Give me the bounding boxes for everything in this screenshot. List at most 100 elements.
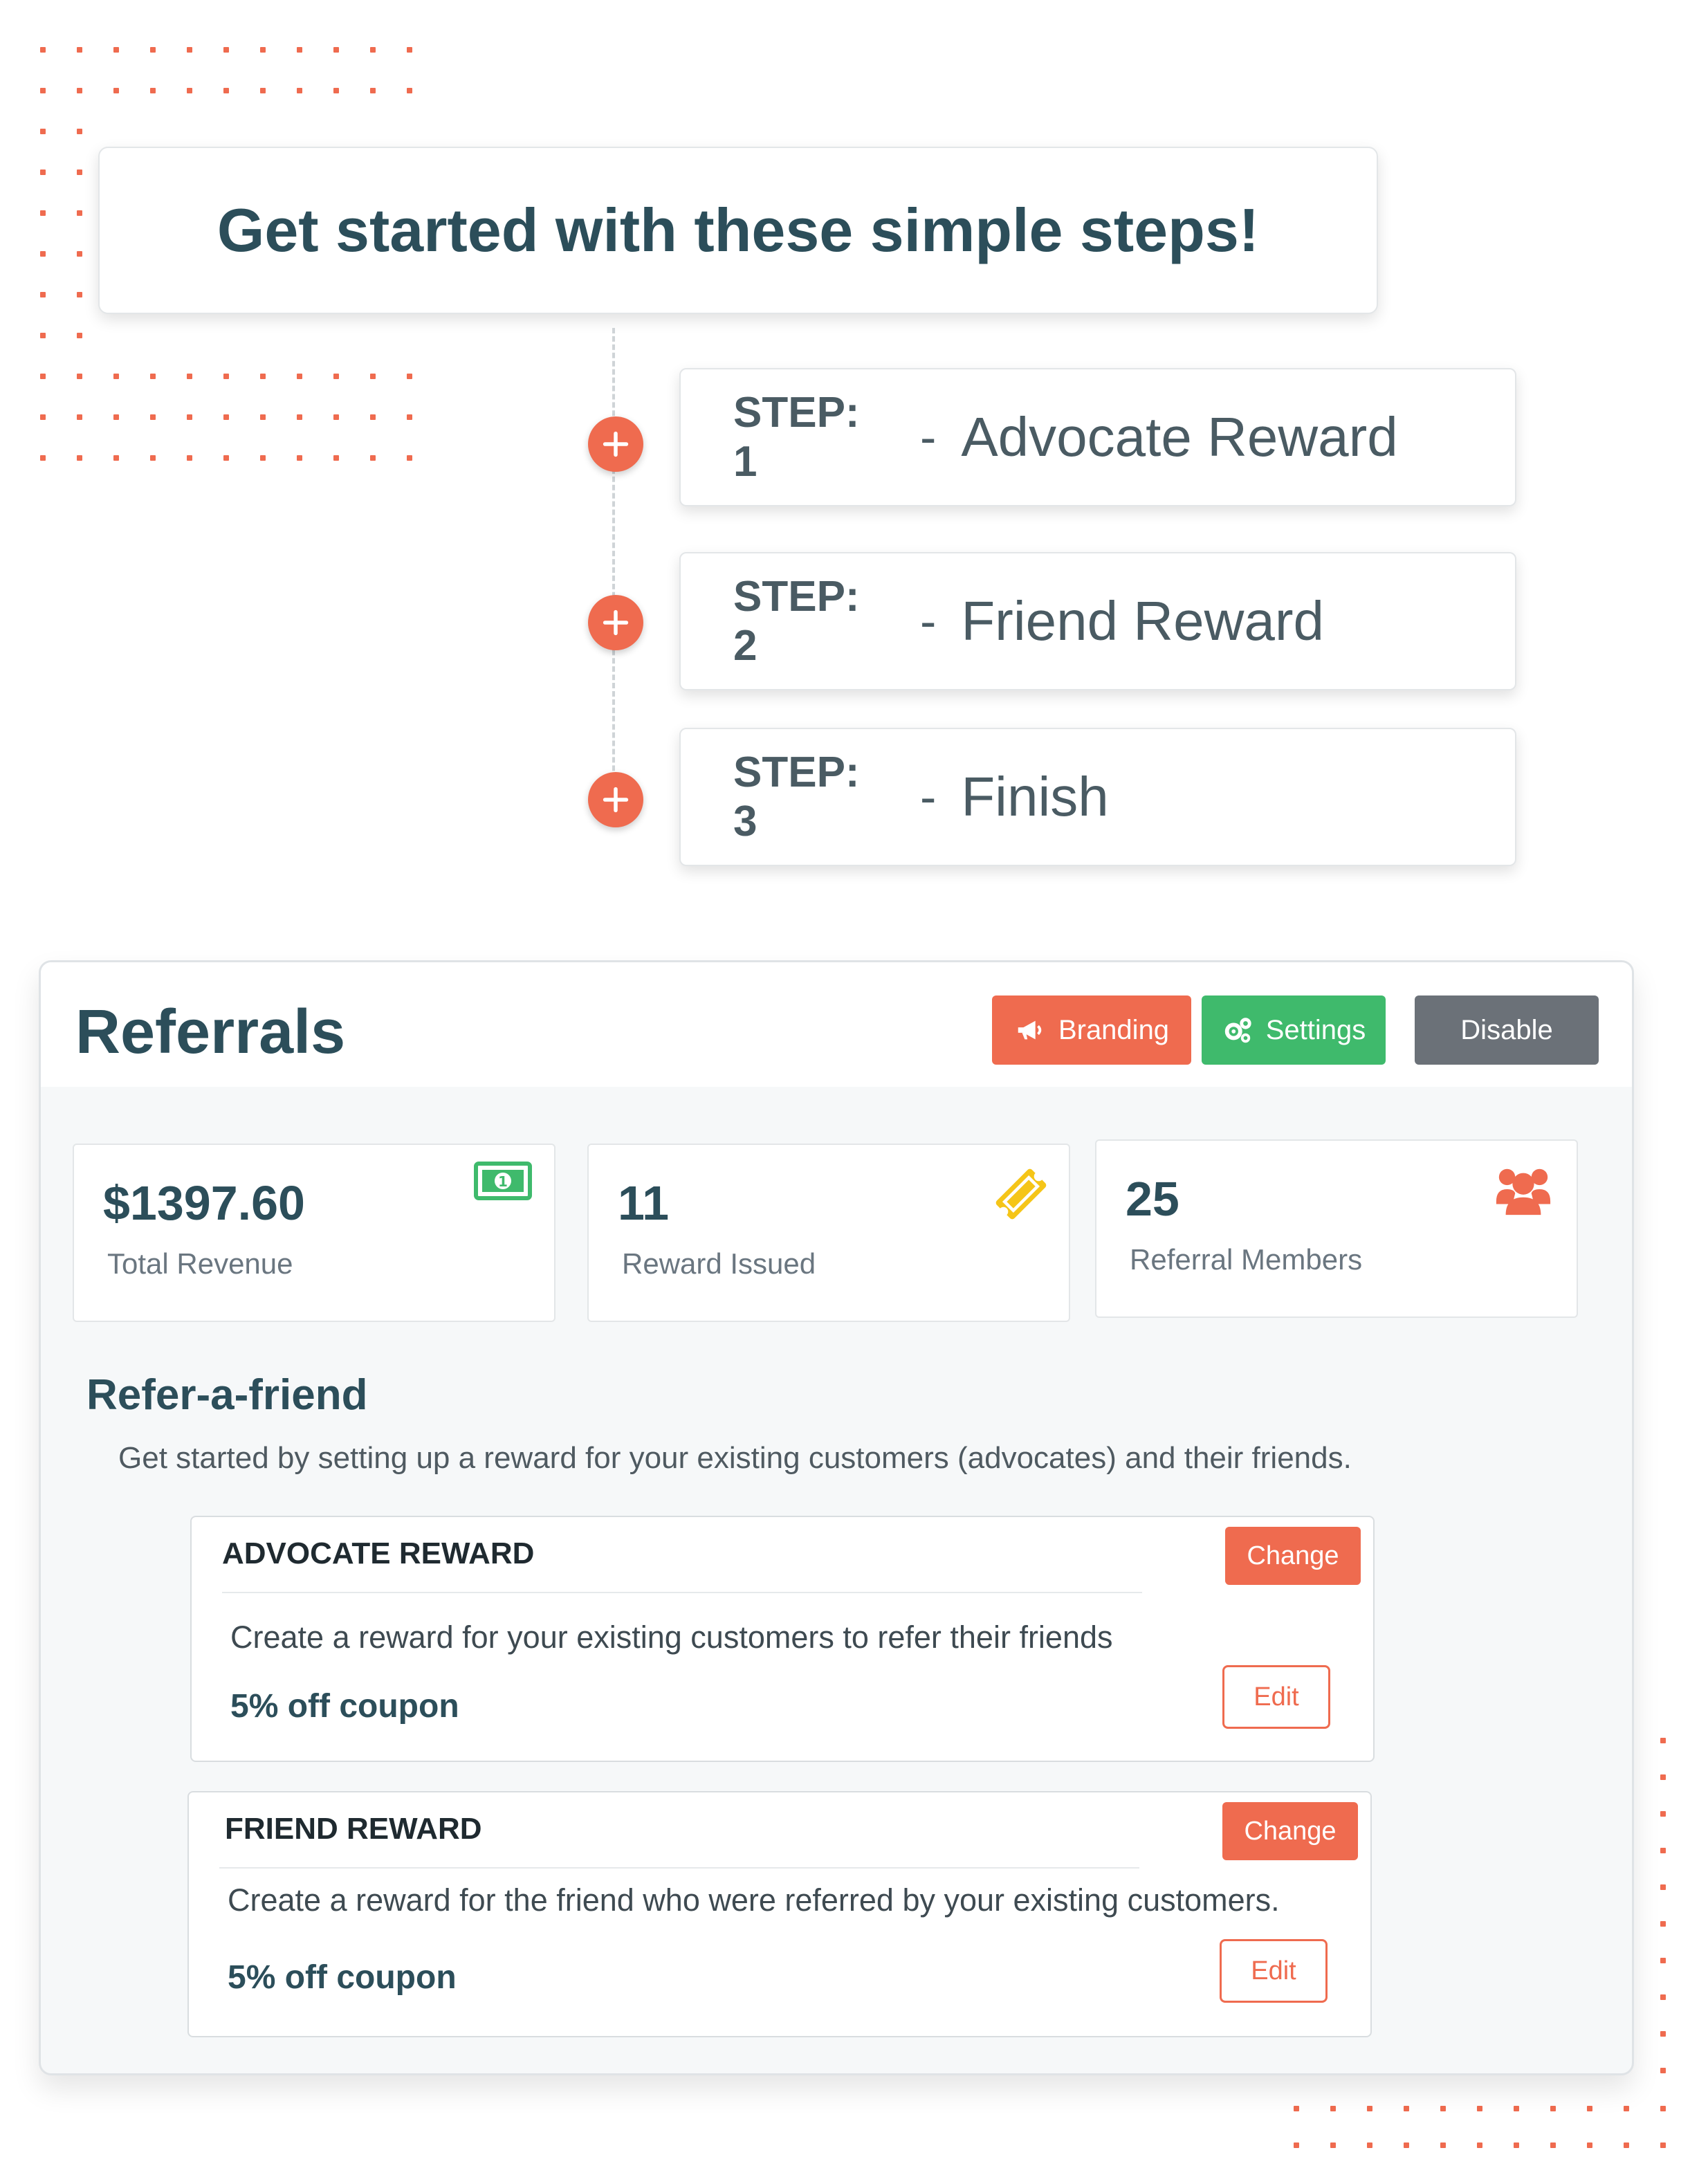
decorative-dot	[187, 455, 192, 461]
friend-reward-card: FRIEND REWARD Change Create a reward for…	[187, 1791, 1372, 2037]
page-title: Referrals	[75, 998, 346, 1067]
decorative-dot	[333, 455, 339, 461]
decorative-dot	[40, 374, 46, 379]
step-name: Finish	[961, 766, 1109, 827]
branding-button[interactable]: Branding	[992, 995, 1191, 1065]
decorative-dot	[260, 47, 266, 53]
decorative-dot	[1330, 2106, 1336, 2111]
settings-button[interactable]: Settings	[1202, 995, 1386, 1065]
reward-value: 5% off coupon	[228, 1959, 457, 1996]
refer-a-friend-title: Refer-a-friend	[86, 1371, 368, 1419]
divider	[219, 1867, 1139, 1869]
decorative-dot	[77, 169, 82, 175]
decorative-dot	[370, 374, 376, 379]
reward-heading: ADVOCATE REWARD	[222, 1536, 535, 1570]
decorative-dot	[77, 47, 82, 53]
decorative-dot	[1294, 2106, 1299, 2111]
edit-advocate-reward-button[interactable]: Edit	[1222, 1665, 1330, 1729]
ticket-icon	[995, 1168, 1047, 1220]
decorative-dot	[1660, 2068, 1666, 2073]
decorative-dot	[40, 251, 46, 257]
step-name: Friend Reward	[961, 590, 1324, 652]
decorative-dot	[223, 47, 229, 53]
decorative-dot	[407, 455, 412, 461]
decorative-dot	[150, 88, 156, 93]
stat-card-referral-members: 25 Referral Members	[1095, 1139, 1578, 1318]
decorative-dot	[77, 129, 82, 134]
step-dash: -	[920, 770, 937, 824]
decorative-dot	[370, 414, 376, 420]
money-icon: 1	[474, 1162, 532, 1200]
stat-label: Referral Members	[1130, 1243, 1363, 1276]
decorative-dot	[1660, 1774, 1666, 1780]
stat-value: $1397.60	[103, 1176, 305, 1230]
decorative-dot	[187, 414, 192, 420]
decorative-dot	[407, 414, 412, 420]
decorative-dot	[1440, 2142, 1446, 2148]
decorative-dot	[1624, 2106, 1629, 2111]
step-number: STEP: 2	[733, 573, 860, 670]
decorative-dot	[77, 374, 82, 379]
decorative-dot	[1404, 2142, 1409, 2148]
disable-button[interactable]: Disable	[1415, 995, 1599, 1065]
reward-description: Create a reward for the friend who were …	[228, 1882, 1280, 1918]
stat-card-total-revenue: $1397.60 Total Revenue 1	[73, 1144, 555, 1322]
decorative-dot	[77, 292, 82, 297]
stat-label: Total Revenue	[107, 1247, 293, 1280]
decorative-dot	[150, 455, 156, 461]
decorative-dot	[333, 88, 339, 93]
decorative-dot	[333, 47, 339, 53]
change-advocate-reward-button[interactable]: Change	[1225, 1527, 1361, 1585]
decorative-dot	[150, 47, 156, 53]
change-friend-reward-button[interactable]: Change	[1222, 1802, 1358, 1860]
edit-friend-reward-button[interactable]: Edit	[1220, 1939, 1328, 2003]
decorative-dot	[40, 210, 46, 216]
divider	[222, 1592, 1142, 1593]
decorative-dot	[407, 88, 412, 93]
decorative-dot	[77, 251, 82, 257]
decorative-dot	[77, 414, 82, 420]
step-card-1[interactable]: STEP: 1 - Advocate Reward	[679, 368, 1516, 506]
disable-label: Disable	[1460, 1014, 1553, 1045]
step-card-3[interactable]: STEP: 3 - Finish	[679, 728, 1516, 866]
decorative-dot	[1514, 2106, 1519, 2111]
step-2-plus-icon[interactable]	[588, 595, 643, 650]
gears-icon	[1224, 1018, 1251, 1043]
decorative-dot	[1514, 2142, 1519, 2148]
decorative-dot	[1660, 2142, 1666, 2148]
step-1-plus-icon[interactable]	[588, 416, 643, 472]
header-card: Get started with these simple steps!	[98, 147, 1378, 314]
step-name: Advocate Reward	[961, 406, 1398, 468]
referrals-panel: Referrals Branding Settings Disable $139…	[39, 960, 1634, 2075]
decorative-dot	[370, 88, 376, 93]
advocate-reward-card: ADVOCATE REWARD Change Create a reward f…	[190, 1516, 1375, 1762]
decorative-dot	[150, 374, 156, 379]
decorative-dot	[223, 455, 229, 461]
decorative-dot	[297, 414, 302, 420]
decorative-dot	[1660, 1848, 1666, 1853]
decorative-dot	[223, 88, 229, 93]
decorative-dot	[187, 88, 192, 93]
refer-a-friend-description: Get started by setting up a reward for y…	[118, 1441, 1352, 1475]
decorative-dot	[1404, 2106, 1409, 2111]
decorative-dot	[1624, 2142, 1629, 2148]
decorative-dot	[40, 455, 46, 461]
decorative-dot	[1660, 1921, 1666, 1927]
decorative-dot	[77, 210, 82, 216]
stat-value: 11	[618, 1176, 669, 1230]
decorative-dot	[113, 455, 119, 461]
timeline-connector	[612, 328, 615, 812]
decorative-dot	[260, 88, 266, 93]
decorative-dot	[113, 88, 119, 93]
decorative-dot	[370, 455, 376, 461]
decorative-dot	[1660, 1958, 1666, 1963]
stat-label: Reward Issued	[622, 1247, 816, 1280]
decorative-dot	[260, 414, 266, 420]
decorative-dot	[40, 88, 46, 93]
decorative-dot	[1294, 2142, 1299, 2148]
step-card-2[interactable]: STEP: 2 - Friend Reward	[679, 552, 1516, 690]
decorative-dot	[40, 414, 46, 420]
decorative-dot	[1477, 2106, 1482, 2111]
svg-text:1: 1	[498, 1173, 508, 1190]
step-3-plus-icon[interactable]	[588, 772, 643, 827]
